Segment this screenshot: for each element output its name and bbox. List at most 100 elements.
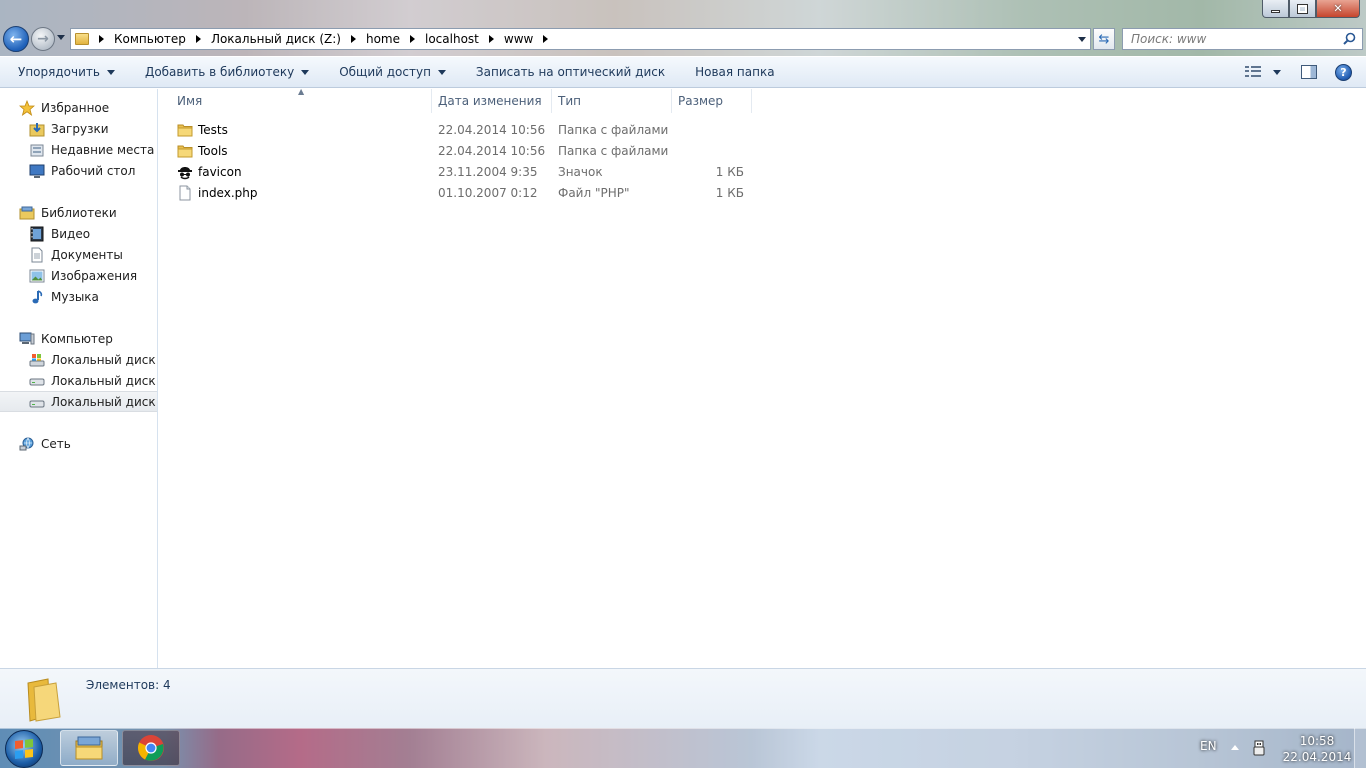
file-name-cell[interactable]: Tools [177, 140, 228, 161]
nav-recent-places[interactable]: Недавние места [0, 139, 157, 160]
show-desktop-button[interactable] [1354, 728, 1366, 768]
show-hidden-icons-button[interactable] [1231, 745, 1239, 750]
nav-video-label: Видео [51, 226, 91, 241]
input-language-indicator[interactable]: EN [1200, 739, 1217, 753]
start-button[interactable] [5, 730, 43, 768]
file-modified: 22.04.2014 10:56 [438, 122, 546, 137]
burn-button[interactable]: Записать на оптический диск [466, 60, 675, 84]
column-modified-label: Дата изменения [438, 94, 542, 108]
file-modified: 01.10.2007 0:12 [438, 185, 538, 200]
preview-pane-icon[interactable] [1301, 65, 1317, 79]
close-icon: ✕ [1333, 2, 1343, 15]
chevron-down-icon [301, 69, 310, 75]
nav-music-label: Музыка [51, 289, 99, 304]
usb-device-icon[interactable] [1252, 740, 1266, 756]
table-row[interactable]: Tests 22.04.2014 10:56 Папка с файлами [159, 119, 759, 140]
forward-button[interactable]: → [31, 27, 55, 51]
system-clock[interactable]: 10:58 22.04.2014 [1282, 733, 1352, 765]
recent-places-icon [30, 144, 44, 157]
nav-drive-z-label: Локальный диск (Z [51, 394, 157, 409]
file-name-cell[interactable]: index.php [177, 182, 257, 203]
recent-pages-dropdown[interactable] [57, 35, 65, 40]
taskbar-explorer-button[interactable] [60, 730, 118, 766]
favicon-icon [178, 166, 192, 179]
back-button[interactable]: ← [3, 26, 29, 52]
file-name: favicon [198, 164, 242, 179]
organize-menu[interactable]: Упорядочить [0, 60, 125, 84]
nav-drive-z[interactable]: Локальный диск (Z [0, 391, 157, 412]
minimize-button[interactable] [1262, 0, 1289, 18]
star-icon [19, 100, 35, 116]
system-drive-icon [29, 354, 45, 367]
view-options-dropdown[interactable] [1273, 69, 1281, 75]
column-modified[interactable]: Дата изменения [432, 89, 552, 113]
breadcrumb-home[interactable]: home [362, 29, 404, 49]
taskbar: EN 10:58 22.04.2014 [0, 728, 1366, 768]
file-type: Папка с файлами [558, 143, 669, 158]
breadcrumb-computer[interactable]: Компьютер [110, 29, 190, 49]
file-name: Tools [198, 143, 228, 158]
nav-downloads[interactable]: Загрузки [0, 118, 157, 139]
nav-music[interactable]: Музыка [0, 286, 157, 307]
refresh-button[interactable]: ⇆ [1093, 28, 1115, 50]
nav-documents[interactable]: Документы [0, 244, 157, 265]
breadcrumb-separator[interactable] [410, 35, 415, 43]
new-folder-button[interactable]: Новая папка [685, 60, 784, 84]
file-name-cell[interactable]: Tests [177, 119, 228, 140]
chevron-down-icon [106, 69, 115, 75]
breadcrumb-separator[interactable] [195, 35, 201, 43]
chrome-icon [137, 735, 164, 761]
close-button[interactable]: ✕ [1316, 0, 1360, 18]
toolbar-right-group: ? [1245, 57, 1366, 87]
file-size [678, 140, 744, 161]
column-size-label: Размер [678, 94, 724, 108]
file-name-cell[interactable]: favicon [177, 161, 242, 182]
burn-label: Записать на оптический диск [475, 65, 666, 79]
address-bar[interactable]: Компьютер Локальный диск (Z:) home local… [70, 28, 1091, 50]
explorer-icon [75, 736, 103, 760]
title-bar: ✕ ← → Компьютер Локальный диск (Z:) home… [0, 0, 1366, 56]
nav-drive-c[interactable]: Локальный диск (C [0, 349, 157, 370]
maximize-icon [1297, 3, 1308, 14]
maximize-button[interactable] [1289, 0, 1316, 18]
file-size: 1 КБ [715, 185, 744, 200]
breadcrumb-separator[interactable] [543, 35, 549, 43]
music-icon [32, 290, 43, 304]
column-size[interactable]: Размер [672, 89, 752, 113]
add-to-library-menu[interactable]: Добавить в библиотеку [135, 60, 319, 84]
breadcrumb-localhost[interactable]: localhost [421, 29, 483, 49]
clock-date: 22.04.2014 [1282, 750, 1352, 764]
change-view-icon[interactable] [1245, 66, 1261, 78]
taskbar-chrome-button[interactable] [122, 730, 180, 766]
search-box[interactable] [1122, 28, 1363, 50]
folder-icon [177, 145, 193, 157]
column-name-label: Имя [177, 94, 203, 108]
breadcrumb-separator[interactable] [488, 35, 494, 43]
nav-libraries[interactable]: Библиотеки [0, 202, 157, 223]
breadcrumb-drive-z[interactable]: Локальный диск (Z:) [207, 29, 345, 49]
breadcrumb-separator[interactable] [99, 35, 104, 43]
file-list[interactable]: Имя ▲ Дата изменения Тип Размер Tests 22… [159, 87, 1366, 668]
search-icon[interactable] [1343, 32, 1356, 45]
computer-icon [19, 332, 35, 345]
table-row[interactable]: favicon 23.11.2004 9:35 Значок 1 КБ [159, 161, 759, 182]
help-icon[interactable]: ? [1335, 63, 1352, 81]
nav-desktop-label: Рабочий стол [51, 163, 136, 178]
share-menu[interactable]: Общий доступ [329, 60, 456, 84]
navigation-pane[interactable]: Избранное Загрузки Недавние места Рабочи… [0, 89, 158, 668]
nav-network[interactable]: Сеть [0, 433, 157, 454]
breadcrumb-www[interactable]: www [500, 29, 537, 49]
column-type[interactable]: Тип [552, 89, 672, 113]
back-arrow-icon: ← [9, 30, 23, 48]
table-row[interactable]: Tools 22.04.2014 10:56 Папка с файлами [159, 140, 759, 161]
nav-favorites[interactable]: Избранное [0, 97, 157, 118]
table-row[interactable]: index.php 01.10.2007 0:12 Файл "PHP" 1 К… [159, 182, 759, 203]
nav-drive-d[interactable]: Локальный диск (D [0, 370, 157, 391]
search-input[interactable] [1131, 32, 1331, 46]
address-history-dropdown[interactable] [1078, 37, 1086, 42]
breadcrumb-separator[interactable] [350, 35, 356, 43]
nav-video[interactable]: Видео [0, 223, 157, 244]
nav-desktop[interactable]: Рабочий стол [0, 160, 157, 181]
nav-pictures[interactable]: Изображения [0, 265, 157, 286]
nav-computer[interactable]: Компьютер [0, 328, 157, 349]
